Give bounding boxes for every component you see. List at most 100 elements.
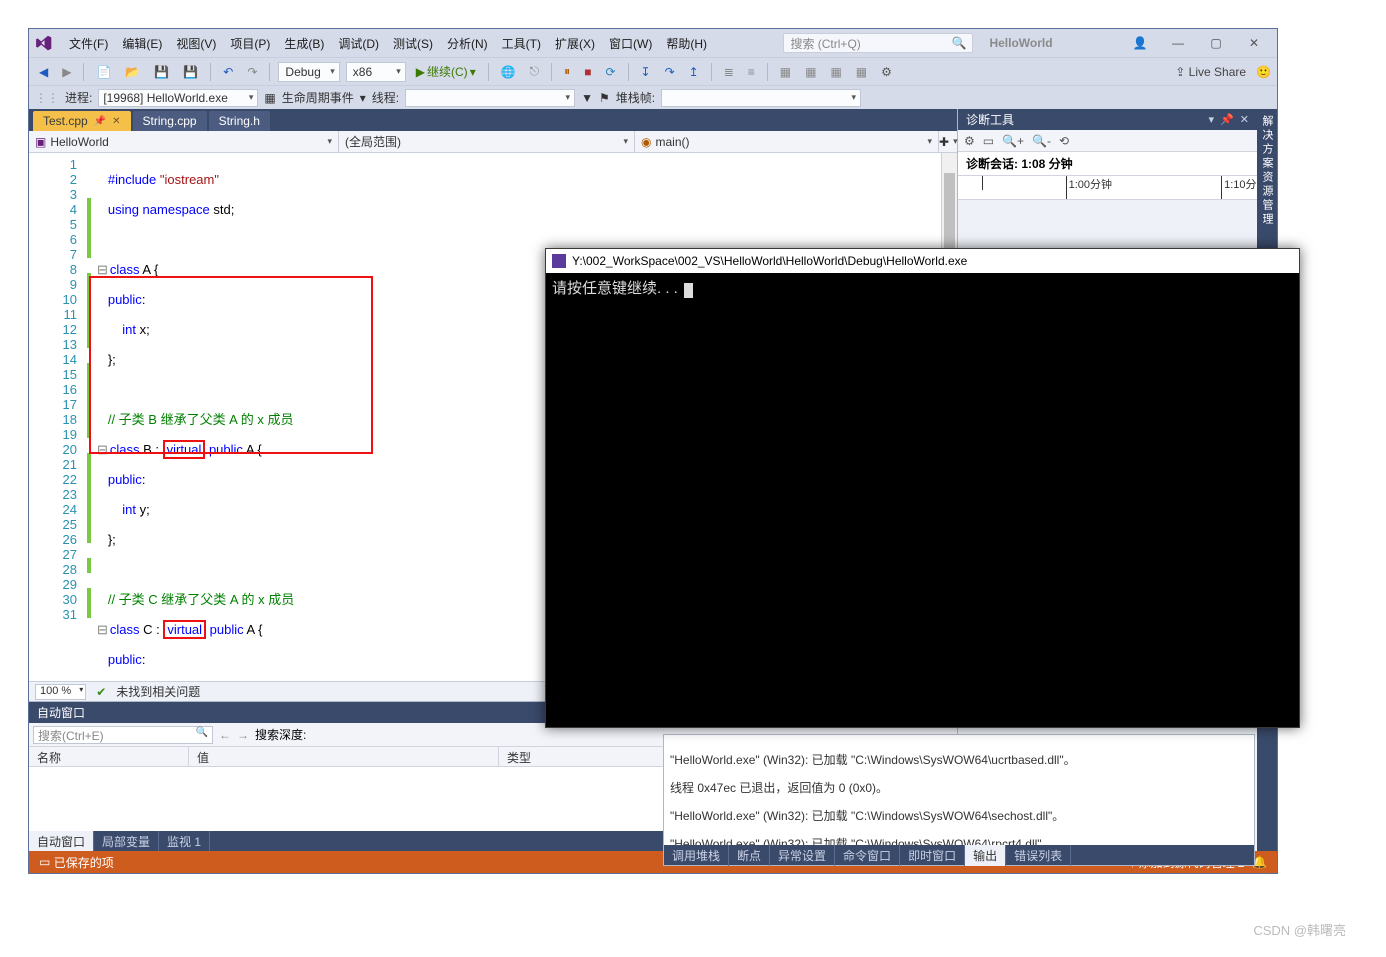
process-combo[interactable]: [19968] HelloWorld.exe: [98, 89, 258, 107]
config-combo[interactable]: Debug: [278, 62, 339, 82]
status-ok-icon: ✔: [96, 685, 106, 699]
menu-build[interactable]: 生成(B): [278, 32, 330, 55]
title-bar: 文件(F) 编辑(E) 视图(V) 项目(P) 生成(B) 调试(D) 测试(S…: [29, 29, 1277, 57]
gear-icon[interactable]: ⚙: [877, 63, 896, 81]
main-toolbar: ◀ ▶ 📄 📂 💾 💾 ↶ ↷ Debug x86 ▶ 继续(C) ▾ 🌐 ⎋ …: [29, 57, 1277, 85]
menu-help[interactable]: 帮助(H): [660, 32, 713, 55]
layout-icon[interactable]: ▦: [776, 63, 795, 81]
step-out-button[interactable]: ↥: [685, 63, 703, 81]
save-all-button[interactable]: 💾: [179, 63, 202, 81]
new-item-button[interactable]: 📄: [92, 63, 115, 81]
tab-test-cpp[interactable]: Test.cpp📌✕: [33, 111, 131, 131]
change-margin: [85, 153, 93, 681]
scope-combo[interactable]: ▣ HelloWorld: [29, 131, 339, 152]
panel-icon-2[interactable]: ▦: [852, 63, 871, 81]
tab-immediate[interactable]: 即时窗口: [900, 845, 965, 866]
tool-icon-2[interactable]: ≡: [744, 63, 759, 81]
menu-view[interactable]: 视图(V): [170, 32, 222, 55]
grid-icon[interactable]: ▦: [801, 63, 820, 81]
browser-button[interactable]: 🌐: [497, 63, 520, 81]
tab-string-cpp[interactable]: String.cpp: [133, 111, 207, 131]
tab-errorlist[interactable]: 错误列表: [1006, 845, 1071, 866]
stop-button[interactable]: ■: [580, 63, 595, 81]
tab-locals[interactable]: 局部变量: [94, 831, 159, 852]
col-name[interactable]: 名称: [29, 747, 189, 766]
tab-watch-1[interactable]: 监视 1: [159, 831, 210, 852]
feedback-icon[interactable]: 🙂: [1256, 65, 1271, 79]
continue-button[interactable]: ▶ 继续(C) ▾: [412, 61, 480, 82]
close-icon[interactable]: ✕: [112, 116, 120, 127]
thread-combo[interactable]: [405, 89, 575, 107]
nav-back-button[interactable]: ◀: [35, 63, 52, 81]
diag-select-icon[interactable]: ▭: [983, 134, 994, 148]
menu-project[interactable]: 项目(P): [224, 32, 276, 55]
namespace-combo[interactable]: (全局范围): [339, 131, 635, 152]
tool-icon-1[interactable]: ≣: [720, 63, 738, 81]
step-into-button[interactable]: ↧: [637, 63, 655, 81]
panel-close-icon[interactable]: ✕: [1240, 113, 1249, 126]
panel-dropdown-icon[interactable]: ▾: [1209, 113, 1215, 126]
tab-auto[interactable]: 自动窗口: [29, 831, 94, 852]
menu-debug[interactable]: 调试(D): [332, 32, 385, 55]
redo-button[interactable]: ↷: [243, 63, 261, 81]
pause-button[interactable]: ⏸: [560, 62, 574, 81]
nav-next-icon[interactable]: →: [237, 728, 249, 742]
panel-icon[interactable]: ▦: [826, 63, 845, 81]
menu-test[interactable]: 测试(S): [387, 32, 439, 55]
save-button[interactable]: 💾: [150, 63, 173, 81]
tab-command[interactable]: 命令窗口: [835, 845, 900, 866]
minimize-button[interactable]: —: [1161, 33, 1195, 53]
restart-button[interactable]: ⟳: [601, 63, 619, 81]
menu-analyze[interactable]: 分析(N): [441, 32, 494, 55]
menu-file[interactable]: 文件(F): [63, 32, 114, 55]
step-over-button[interactable]: ↷: [661, 63, 679, 81]
menu-window[interactable]: 窗口(W): [603, 32, 658, 55]
function-combo[interactable]: ◉ main(): [635, 131, 939, 152]
attach-button[interactable]: ⎋: [526, 62, 544, 81]
thread-label: 线程:: [372, 89, 399, 106]
pin-icon[interactable]: 📌: [94, 116, 106, 127]
console-body[interactable]: 请按任意键继续. . .: [546, 273, 1299, 727]
open-button[interactable]: 📂: [121, 63, 144, 81]
tab-callstack[interactable]: 调用堆栈: [664, 845, 729, 866]
undo-button[interactable]: ↶: [219, 63, 237, 81]
split-button[interactable]: ✚: [939, 131, 957, 152]
search-icon: 🔍: [951, 36, 966, 50]
platform-combo[interactable]: x86: [346, 62, 406, 82]
console-title-bar[interactable]: Y:\002_WorkSpace\002_VS\HelloWorld\Hello…: [546, 249, 1299, 273]
tab-string-h[interactable]: String.h: [209, 111, 270, 131]
diag-zoomout-icon[interactable]: 🔍-: [1032, 134, 1051, 148]
flag-icon[interactable]: ⚑: [599, 91, 610, 105]
tab-exceptions[interactable]: 异常设置: [770, 845, 835, 866]
menu-edit[interactable]: 编辑(E): [116, 32, 168, 55]
col-value[interactable]: 值: [189, 747, 499, 766]
auto-search-input[interactable]: 搜索(Ctrl+E): [33, 726, 213, 744]
diagnostic-title[interactable]: 诊断工具 ▾📌✕: [958, 109, 1257, 130]
lifetime-icon[interactable]: ▦: [264, 91, 275, 105]
tab-output[interactable]: 输出: [965, 845, 1006, 866]
quick-launch-input[interactable]: 搜索 (Ctrl+Q) 🔍: [783, 33, 973, 53]
nav-prev-icon[interactable]: ←: [219, 728, 231, 742]
console-icon: [552, 254, 566, 268]
menu-tools[interactable]: 工具(T): [496, 32, 547, 55]
maximize-button[interactable]: ▢: [1199, 33, 1233, 53]
diag-reset-icon[interactable]: ⟲: [1059, 134, 1069, 148]
diagnostic-timeline[interactable]: 1:00分钟 1:10分: [958, 176, 1257, 200]
stackframe-combo[interactable]: [661, 89, 861, 107]
console-window[interactable]: Y:\002_WorkSpace\002_VS\HelloWorld\Hello…: [545, 248, 1300, 728]
close-button[interactable]: ✕: [1237, 33, 1271, 53]
menu-extensions[interactable]: 扩展(X): [549, 32, 601, 55]
diag-gear-icon[interactable]: ⚙: [964, 134, 975, 148]
live-share-button[interactable]: ⇪ Live Share: [1175, 65, 1246, 79]
watermark: CSDN @韩曙亮: [1253, 920, 1346, 939]
main-menu: 文件(F) 编辑(E) 视图(V) 项目(P) 生成(B) 调试(D) 测试(S…: [63, 32, 713, 55]
filter-icon[interactable]: ▼: [581, 91, 593, 105]
zoom-combo[interactable]: 100 %: [35, 684, 86, 700]
output-body[interactable]: "HelloWorld.exe" (Win32): 已加载 "C:\Window…: [664, 735, 1254, 845]
title-search-group: 搜索 (Ctrl+Q) 🔍 HelloWorld: [783, 33, 1052, 53]
diag-zoomin-icon[interactable]: 🔍+: [1002, 134, 1024, 148]
nav-fwd-button[interactable]: ▶: [58, 63, 75, 81]
tab-breakpoints[interactable]: 断点: [729, 845, 770, 866]
panel-pin-icon[interactable]: 📌: [1220, 113, 1234, 126]
user-icon[interactable]: 👤: [1123, 33, 1157, 53]
